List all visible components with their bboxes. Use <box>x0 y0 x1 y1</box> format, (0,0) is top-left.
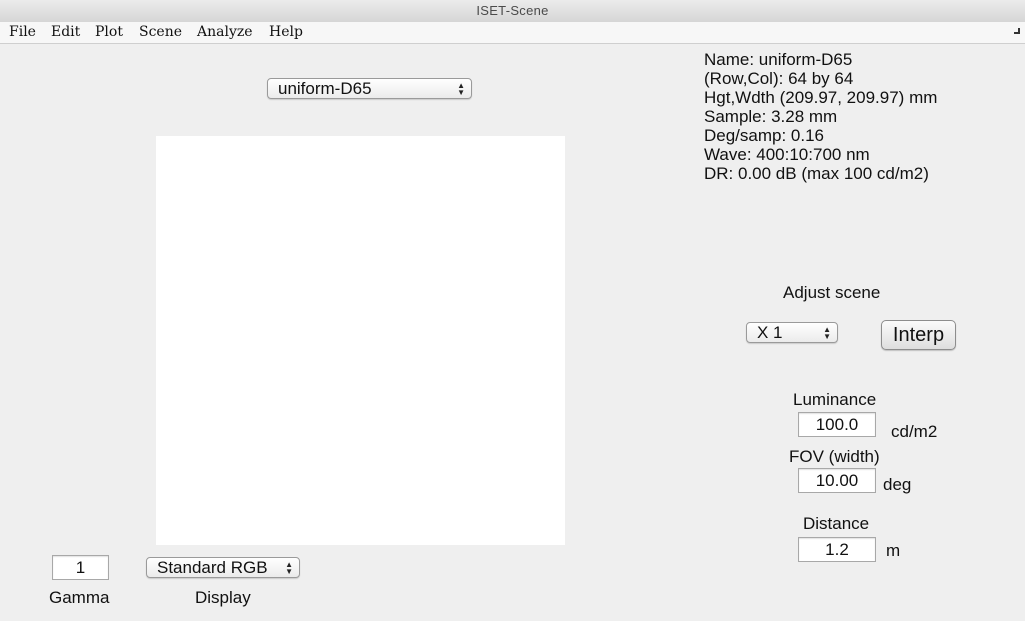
scene-info-rowcol: (Row,Col): 64 by 64 <box>704 69 854 88</box>
menu-edit[interactable]: Edit <box>51 22 80 43</box>
gamma-label: Gamma <box>49 588 110 607</box>
updown-arrows-icon: ▲ ▼ <box>457 80 465 97</box>
menu-scene[interactable]: Scene <box>139 22 182 43</box>
scene-info-degsamp: Deg/samp: 0.16 <box>704 126 825 145</box>
gamma-input[interactable]: 1 <box>52 555 109 580</box>
scene-selector-dropdown[interactable]: uniform-D65 ▲ ▼ <box>267 78 472 99</box>
scene-info-dr: DR: 0.00 dB (max 100 cd/m2) <box>704 164 929 183</box>
display-dropdown-value: Standard RGB <box>157 558 268 577</box>
luminance-unit: cd/m2 <box>891 422 938 441</box>
display-label: Display <box>195 588 251 607</box>
luminance-input[interactable]: 100.0 <box>798 412 876 437</box>
scene-info-size: Hgt,Wdth (209.97, 209.97) mm <box>704 88 938 107</box>
scale-dropdown[interactable]: X 1 ▲ ▼ <box>746 322 838 343</box>
scale-dropdown-value: X 1 <box>757 323 783 342</box>
scene-info-name: Name: uniform-D65 <box>704 50 853 69</box>
scene-info-sample: Sample: 3.28 mm <box>704 107 838 126</box>
scene-selector-value: uniform-D65 <box>278 79 372 98</box>
distance-input[interactable]: 1.2 <box>798 537 876 562</box>
scene-info-wave: Wave: 400:10:700 nm <box>704 145 870 164</box>
interp-button[interactable]: Interp <box>881 320 956 350</box>
scene-image-panel <box>156 136 565 545</box>
fov-unit: deg <box>883 475 912 494</box>
menu-file[interactable]: File <box>9 22 36 43</box>
menu-help[interactable]: Help <box>269 22 303 43</box>
fov-input[interactable]: 10.00 <box>798 468 876 493</box>
toolbar-toggle-icon[interactable] <box>1014 28 1020 34</box>
menu-bar: File Edit Plot Scene Analyze Help <box>0 22 1025 44</box>
menu-analyze[interactable]: Analyze <box>197 22 253 43</box>
adjust-scene-label: Adjust scene <box>783 283 881 302</box>
updown-arrows-icon: ▲ ▼ <box>285 559 293 576</box>
menu-plot[interactable]: Plot <box>95 22 123 43</box>
luminance-label: Luminance <box>793 390 877 409</box>
display-dropdown[interactable]: Standard RGB ▲ ▼ <box>146 557 300 578</box>
distance-unit: m <box>886 541 901 560</box>
window-title: ISET-Scene <box>476 3 549 18</box>
distance-label: Distance <box>803 514 870 533</box>
updown-arrows-icon: ▲ ▼ <box>823 324 831 341</box>
fov-label: FOV (width) <box>789 447 880 466</box>
window-title-bar: ISET-Scene <box>0 0 1025 23</box>
